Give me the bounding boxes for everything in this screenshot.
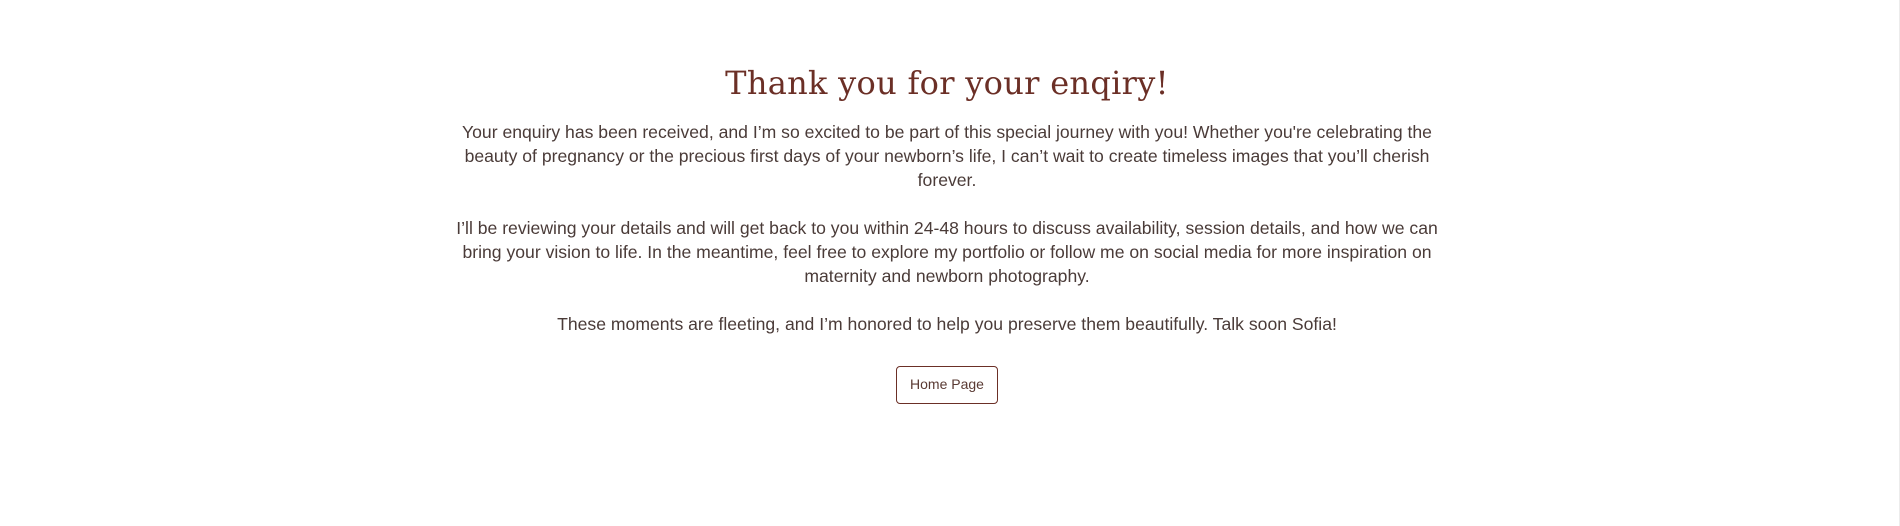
next-steps-paragraph: I’ll be reviewing your details and will … [456, 218, 1438, 286]
closing-paragraph: These moments are fleeting, and I’m hono… [557, 314, 1337, 334]
home-page-button[interactable]: Home Page [896, 366, 998, 404]
thank-you-content: Thank you for your enqiry! Your enquiry … [437, 0, 1457, 404]
thank-you-page: Thank you for your enqiry! Your enquiry … [0, 0, 1900, 526]
page-title: Thank you for your enqiry! [725, 64, 1169, 102]
confirmation-paragraph: Your enquiry has been received, and I’m … [462, 122, 1432, 190]
